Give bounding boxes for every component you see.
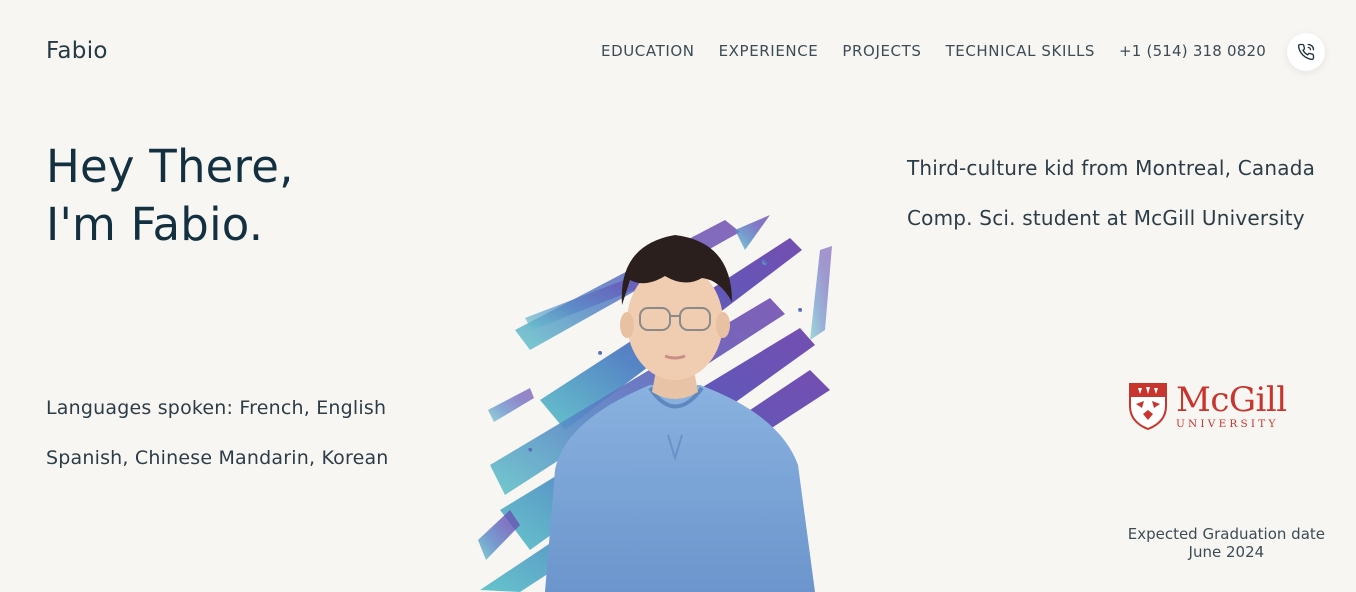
- languages-line-2: Spanish, Chinese Mandarin, Korean: [46, 447, 389, 469]
- brand-logo[interactable]: Fabio: [46, 38, 108, 64]
- nav-link-technical-skills[interactable]: TECHNICAL SKILLS: [946, 42, 1096, 60]
- phone-call-icon: [1297, 43, 1315, 61]
- languages-line-1: Languages spoken: French, English: [46, 397, 387, 419]
- graduation-info: Expected Graduation date June 2024: [1128, 525, 1325, 561]
- profile-portrait: [478, 215, 832, 592]
- about-school: Comp. Sci. student at McGill University: [907, 206, 1305, 230]
- graduation-label: Expected Graduation date: [1127, 525, 1325, 543]
- nav-link-experience[interactable]: EXPERIENCE: [719, 42, 819, 60]
- nav-link-education[interactable]: EDUCATION: [601, 42, 695, 60]
- languages-section: Languages spoken: French, English Spanis…: [46, 396, 389, 496]
- nav-link-projects[interactable]: PROJECTS: [842, 42, 921, 60]
- phone-number-link[interactable]: +1 (514) 318 0820: [1119, 42, 1266, 60]
- about-origin: Third-culture kid from Montreal, Canada: [907, 156, 1316, 180]
- call-button[interactable]: [1287, 33, 1325, 71]
- about-summary: Third-culture kid from Montreal, Canada …: [907, 156, 1315, 256]
- graduation-date: June 2024: [1188, 543, 1265, 561]
- hero-title-line-1: Hey There,: [46, 140, 294, 193]
- university-name: McGill: [1176, 380, 1287, 420]
- university-logo: McGill UNIVERSITY: [1128, 382, 1287, 430]
- portfolio-page: Fabio EDUCATION EXPERIENCE PROJECTS TECH…: [0, 0, 1356, 592]
- main-nav: EDUCATION EXPERIENCE PROJECTS TECHNICAL …: [601, 42, 1266, 60]
- hero-title: Hey There, I'm Fabio.: [46, 138, 294, 254]
- hero-title-line-2: I'm Fabio.: [46, 198, 264, 251]
- university-crest-icon: [1129, 383, 1167, 430]
- university-subtitle: UNIVERSITY: [1176, 418, 1279, 430]
